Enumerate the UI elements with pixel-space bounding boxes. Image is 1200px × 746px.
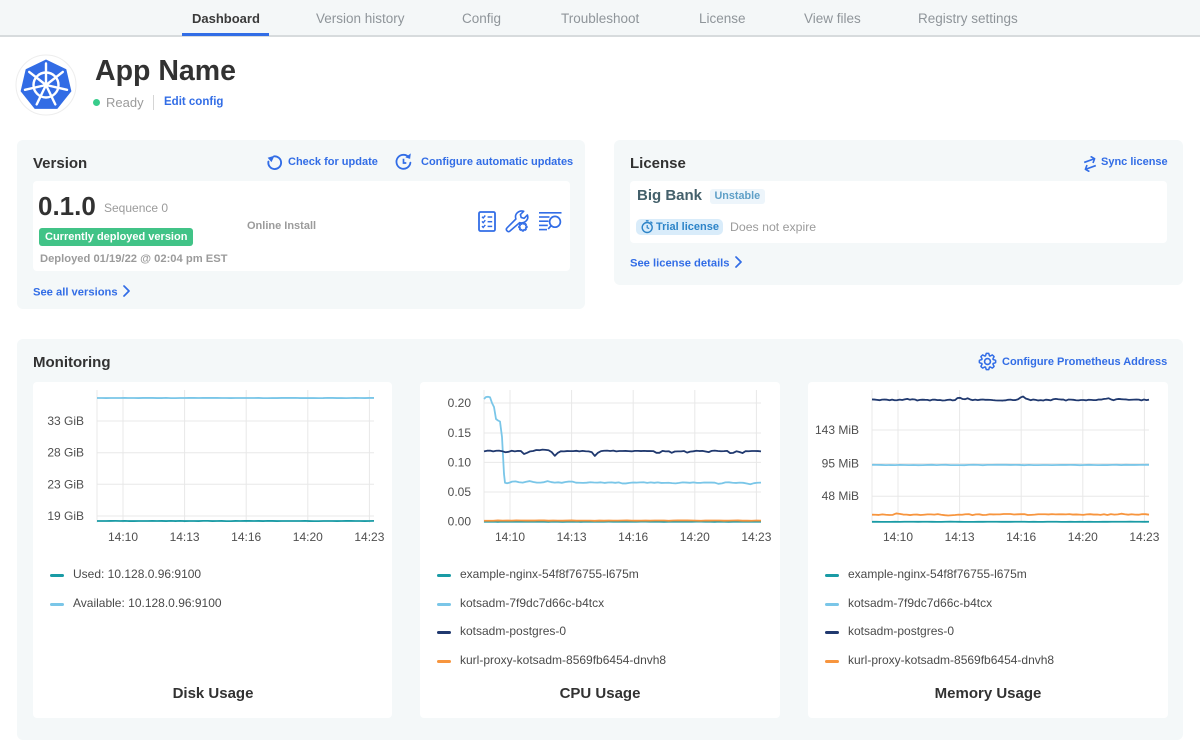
svg-text:0.00: 0.00 [448,515,472,529]
svg-text:14:16: 14:16 [618,530,648,544]
svg-text:14:13: 14:13 [557,530,587,544]
svg-text:14:16: 14:16 [1006,530,1036,544]
svg-text:14:23: 14:23 [741,530,771,544]
svg-text:14:10: 14:10 [108,530,138,544]
svg-text:14:20: 14:20 [1068,530,1098,544]
svg-text:14:13: 14:13 [945,530,975,544]
svg-text:0.15: 0.15 [448,426,472,440]
svg-text:14:16: 14:16 [231,530,261,544]
svg-text:14:13: 14:13 [170,530,200,544]
svg-text:33 GiB: 33 GiB [47,414,84,428]
svg-text:0.05: 0.05 [448,485,472,499]
svg-text:0.20: 0.20 [448,396,472,410]
svg-text:23 GiB: 23 GiB [47,477,84,491]
svg-text:14:23: 14:23 [1129,530,1159,544]
svg-text:14:10: 14:10 [495,530,525,544]
svg-text:28 GiB: 28 GiB [47,446,84,460]
svg-text:14:10: 14:10 [883,530,913,544]
svg-text:143 MiB: 143 MiB [815,423,859,437]
svg-text:19 GiB: 19 GiB [47,509,84,523]
svg-text:95 MiB: 95 MiB [822,457,859,471]
svg-text:14:20: 14:20 [293,530,323,544]
svg-text:0.10: 0.10 [448,455,472,469]
svg-text:48 MiB: 48 MiB [822,489,859,503]
svg-text:14:23: 14:23 [354,530,384,544]
svg-text:14:20: 14:20 [680,530,710,544]
